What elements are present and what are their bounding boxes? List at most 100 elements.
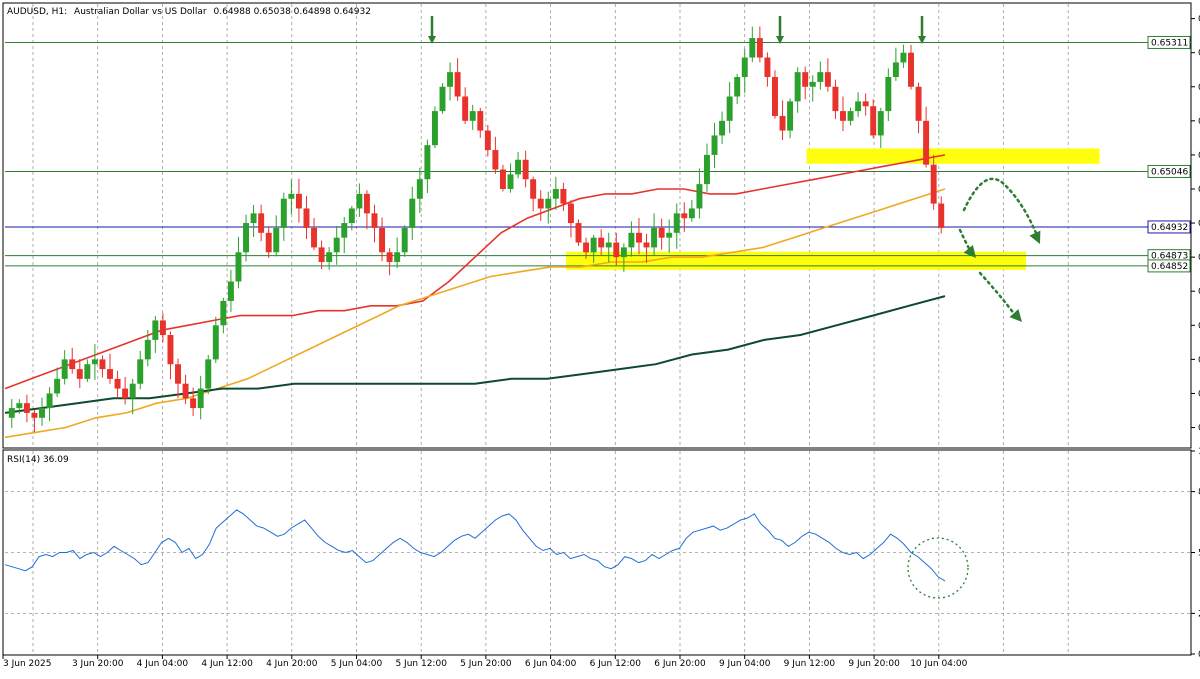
time-label: 9 Jun 12:00	[784, 659, 836, 669]
candle-body	[484, 130, 491, 151]
candle-body	[197, 388, 204, 409]
candle-body	[764, 57, 771, 78]
candle-body	[734, 77, 741, 97]
price-level-label: 0.65311	[1151, 38, 1188, 48]
price-level-label: 0.65046	[1151, 167, 1188, 177]
candle-body	[477, 111, 484, 131]
candle-body	[250, 213, 257, 224]
candle-body	[643, 242, 650, 248]
candle-body	[537, 198, 544, 209]
support-resistance-zone	[806, 148, 1100, 164]
candle-body	[688, 208, 695, 219]
candle-body	[802, 72, 809, 87]
time-label: 6 Jun 20:00	[654, 659, 706, 669]
time-label: 6 Jun 12:00	[590, 659, 642, 669]
candle-body	[726, 96, 733, 121]
chart-window: 0.65311 0.65046 0.64932 0.64873 0.64852 3 Ju…	[0, 0, 1200, 675]
candle-body	[152, 320, 159, 340]
candle-body	[326, 252, 333, 263]
time-label: 6 Jun 04:00	[525, 659, 577, 669]
candle-body	[719, 120, 726, 136]
time-label: 9 Jun 04:00	[719, 659, 771, 669]
candle-body	[552, 188, 559, 199]
candle-body	[756, 38, 763, 58]
candle-body	[787, 101, 794, 131]
candle-body	[855, 101, 862, 112]
candle-body	[31, 412, 38, 418]
candle-body	[923, 120, 930, 165]
candle-body	[696, 184, 703, 209]
candle-body	[862, 101, 869, 107]
candle-body	[454, 72, 461, 97]
candle-body	[182, 383, 189, 399]
candle-body	[832, 86, 839, 112]
candle-body	[711, 135, 718, 155]
candle-body	[205, 359, 212, 389]
candle-body	[167, 335, 174, 365]
chart-symbol-label: AUDUSD, H1:	[7, 7, 67, 17]
candle-body	[341, 223, 348, 238]
time-label: 3 Jun 2025	[3, 659, 51, 669]
candle-body	[892, 62, 899, 78]
candle-body	[54, 378, 61, 394]
candle-body	[16, 403, 23, 409]
chart-canvas[interactable]: 0.653110.650460.649320.648730.64852 3 Ju…	[0, 0, 1200, 675]
chart-symbol: AUDUSD, H1: Australian Dollar vs US Doll…	[7, 7, 371, 17]
candle-body	[938, 203, 945, 228]
candle-body	[175, 364, 181, 384]
candle-body	[129, 383, 136, 399]
candle-body	[424, 145, 431, 180]
candle-body	[870, 106, 877, 136]
candle-body	[628, 232, 635, 248]
candle-body	[545, 198, 552, 209]
candle-body	[439, 86, 446, 112]
candle-body	[235, 252, 242, 282]
candle-body	[499, 169, 506, 189]
candle-body	[303, 208, 310, 228]
candle-body	[265, 232, 272, 253]
candle-body	[84, 364, 91, 379]
time-label: 5 Jun 04:00	[331, 659, 383, 669]
chart-background	[0, 0, 1200, 675]
candle-body	[371, 213, 378, 228]
candle-body	[847, 111, 854, 121]
price-level-label: 0.64932	[1151, 223, 1188, 233]
time-label: 4 Jun 12:00	[201, 659, 253, 669]
candle-body	[243, 223, 250, 253]
candle-body	[908, 52, 914, 87]
time-label: 5 Jun 12:00	[395, 659, 447, 669]
candle-body	[658, 227, 665, 238]
candle-body	[295, 193, 302, 209]
candle-body	[673, 213, 680, 233]
candle-body	[522, 159, 529, 180]
candle-body	[76, 369, 83, 379]
candle-body	[575, 223, 582, 243]
candle-body	[190, 398, 197, 409]
candle-body	[227, 281, 234, 301]
candle-body	[273, 227, 280, 253]
candle-body	[703, 154, 710, 185]
candle-body	[462, 96, 469, 121]
candle-body	[741, 57, 748, 78]
candle-body	[590, 237, 597, 253]
candle-body	[605, 242, 612, 248]
candle-body	[144, 339, 151, 360]
candle-body	[666, 232, 673, 238]
time-label: 9 Jun 20:00	[848, 659, 900, 669]
candle-body	[447, 72, 454, 87]
candle-body	[363, 193, 370, 214]
chart-ohlc: 0.64988 0.65038 0.64898 0.64932	[214, 7, 371, 17]
candle-body	[137, 359, 144, 384]
candle-body	[809, 81, 816, 87]
candle-body	[635, 232, 642, 243]
candle-body	[794, 72, 801, 102]
candle-body	[288, 193, 295, 199]
candle-body	[772, 77, 778, 116]
candle-body	[840, 111, 846, 121]
candle-body	[530, 179, 537, 199]
candle-body	[900, 52, 907, 63]
candle-body	[159, 320, 166, 336]
chart-description: Australian Dollar vs US Dollar	[74, 7, 207, 17]
candle-body	[515, 159, 522, 175]
candle-body	[333, 237, 340, 253]
